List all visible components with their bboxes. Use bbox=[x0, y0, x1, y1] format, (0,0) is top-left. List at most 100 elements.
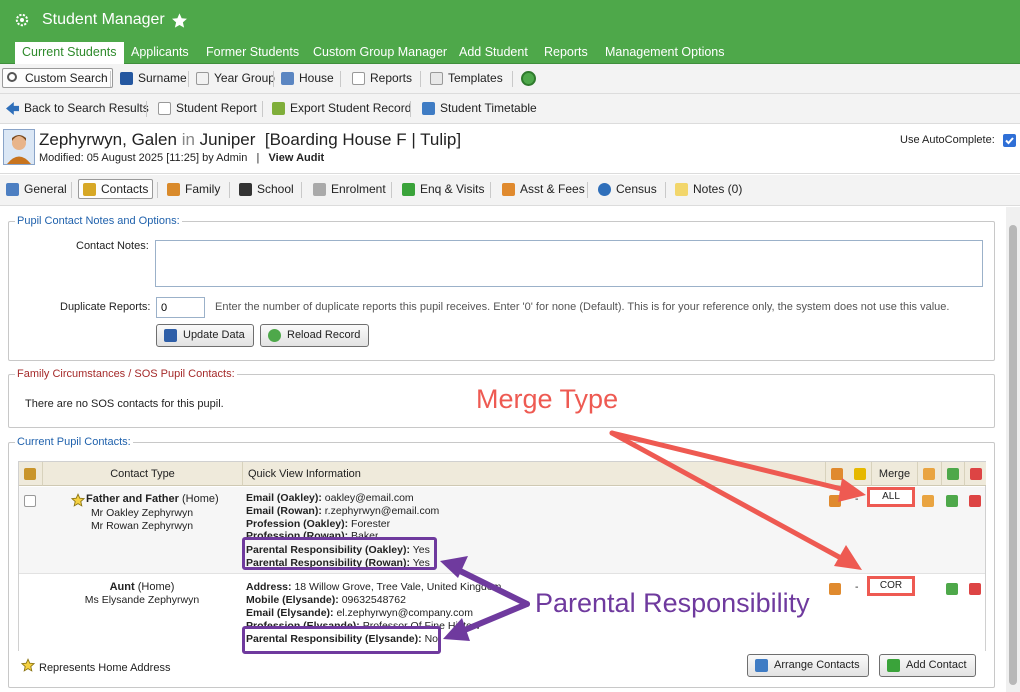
home-star-icon bbox=[21, 658, 35, 672]
notes-icon bbox=[675, 183, 688, 196]
templates-button[interactable]: Templates bbox=[426, 69, 507, 89]
add-contact-icon bbox=[887, 659, 900, 672]
contact-name: Mr Rowan Zephyrwyn bbox=[90, 520, 194, 532]
check-icon bbox=[1005, 137, 1014, 145]
parental-responsibility-annotation: Parental Responsibility bbox=[535, 588, 810, 618]
remove-icon bbox=[970, 468, 982, 480]
tab-general[interactable]: General bbox=[2, 180, 71, 200]
header-merge: Merge bbox=[871, 462, 917, 486]
tab-notes[interactable]: Notes (0) bbox=[671, 180, 746, 200]
house-button[interactable]: House bbox=[277, 69, 338, 89]
table-row[interactable]: Father and Father (Home) Mr Oakley Zephy… bbox=[19, 487, 985, 574]
tab-asst-fees[interactable]: Asst & Fees bbox=[498, 180, 589, 200]
reports-button[interactable]: Reports bbox=[348, 69, 416, 89]
contact-type: Father and Father (Home) bbox=[86, 493, 219, 505]
remove-icon[interactable] bbox=[969, 583, 981, 595]
tab-current-students[interactable]: Current Students bbox=[15, 42, 124, 64]
reload-record-button[interactable]: Reload Record bbox=[260, 324, 370, 347]
autocomplete-checkbox[interactable] bbox=[1003, 134, 1016, 147]
sos-empty-message: There are no SOS contacts for this pupil… bbox=[25, 398, 224, 410]
info-line: Email (Elysande): el.zephyrwyn@company.c… bbox=[246, 607, 473, 619]
plus-icon bbox=[402, 183, 415, 196]
house-icon bbox=[281, 72, 294, 85]
tab-enrolment[interactable]: Enrolment bbox=[309, 180, 390, 200]
tab-school[interactable]: School bbox=[235, 180, 298, 200]
tab-enq-visits[interactable]: Enq & Visits bbox=[398, 180, 488, 200]
document-icon bbox=[158, 102, 171, 115]
header-quick-view: Quick View Information bbox=[242, 462, 825, 486]
check-icon[interactable] bbox=[946, 495, 958, 507]
check-icon[interactable] bbox=[946, 583, 958, 595]
merge-type-cor[interactable]: COR bbox=[867, 576, 915, 596]
lock-status: - bbox=[855, 581, 859, 593]
mortarboard-icon bbox=[239, 183, 252, 196]
star-icon[interactable] bbox=[171, 12, 188, 29]
tab-applicants[interactable]: Applicants bbox=[124, 42, 196, 64]
tab-add-student[interactable]: Add Student bbox=[452, 42, 535, 64]
tab-contacts[interactable]: Contacts bbox=[78, 179, 154, 199]
tab-management-options[interactable]: Management Options bbox=[598, 42, 732, 64]
contact-name: Ms Elysande Zephyrwyn bbox=[84, 594, 200, 606]
record-toolbar: Back to Search Results Student Report Ex… bbox=[0, 94, 1020, 124]
student-timetable-button[interactable]: Student Timetable bbox=[418, 99, 541, 119]
tab-custom-group-manager[interactable]: Custom Group Manager bbox=[306, 42, 454, 64]
back-to-search-button[interactable]: Back to Search Results bbox=[2, 99, 153, 119]
tab-family[interactable]: Family bbox=[163, 180, 224, 200]
export-record-button[interactable]: Export Student Record bbox=[268, 99, 415, 119]
merge-type-all[interactable]: ALL bbox=[867, 487, 915, 507]
duplicate-help-text: Enter the number of duplicate reports th… bbox=[215, 301, 950, 313]
gear-icon[interactable] bbox=[14, 12, 30, 28]
year-group-button[interactable]: Year Group bbox=[192, 69, 279, 89]
remove-icon[interactable] bbox=[969, 495, 981, 507]
record-tabs: General Contacts Family School Enrolment… bbox=[0, 175, 1020, 206]
table-row[interactable]: Aunt (Home) Ms Elysande Zephyrwyn Addres… bbox=[19, 575, 985, 651]
view-audit-link[interactable]: View Audit bbox=[269, 152, 325, 164]
info-line: Email (Rowan): r.zephyrwyn@email.com bbox=[246, 505, 440, 517]
merge-doc-icon[interactable] bbox=[922, 495, 934, 507]
app-header: Student Manager bbox=[0, 0, 1020, 42]
refresh-icon[interactable] bbox=[521, 71, 536, 86]
scrollbar[interactable] bbox=[1006, 207, 1020, 692]
duplicate-reports-input[interactable] bbox=[156, 297, 205, 318]
custom-search-button[interactable]: Custom Search bbox=[2, 68, 113, 88]
envelope-icon bbox=[430, 72, 443, 85]
save-icon bbox=[164, 329, 177, 342]
header-clipboard bbox=[825, 462, 849, 486]
merge-type-annotation: Merge Type bbox=[476, 384, 619, 414]
modified-info: Modified: 05 August 2025 [11:25] by Admi… bbox=[39, 152, 325, 164]
family-icon bbox=[167, 183, 180, 196]
general-icon bbox=[6, 183, 19, 196]
student-report-button[interactable]: Student Report bbox=[154, 99, 261, 119]
clipboard-icon[interactable] bbox=[829, 495, 841, 507]
enrolment-icon bbox=[313, 183, 326, 196]
address-book-icon bbox=[83, 183, 96, 196]
surname-button[interactable]: Surname bbox=[116, 69, 191, 89]
update-data-button[interactable]: Update Data bbox=[156, 324, 254, 347]
duplicate-reports-label: Duplicate Reports: bbox=[60, 301, 151, 313]
clipboard-icon[interactable] bbox=[829, 583, 841, 595]
main-nav: Current Students Applicants Former Stude… bbox=[0, 42, 1020, 64]
census-icon bbox=[598, 183, 611, 196]
merge-doc-icon bbox=[923, 468, 935, 480]
sort-icon bbox=[755, 659, 768, 672]
tab-census[interactable]: Census bbox=[594, 180, 661, 200]
export-icon bbox=[272, 102, 285, 115]
header-people bbox=[19, 462, 42, 486]
lock-status: - bbox=[855, 493, 859, 505]
sort-alpha-icon bbox=[120, 72, 133, 85]
check-icon bbox=[947, 468, 959, 480]
calendar-icon bbox=[196, 72, 209, 85]
scrollbar-thumb[interactable] bbox=[1009, 225, 1017, 685]
arrange-contacts-button[interactable]: Arrange Contacts bbox=[747, 654, 869, 677]
refresh-icon bbox=[268, 329, 281, 342]
header-merge-doc bbox=[917, 462, 941, 486]
contact-notes-label: Contact Notes: bbox=[76, 240, 149, 252]
search-icon bbox=[7, 72, 17, 82]
tab-reports[interactable]: Reports bbox=[537, 42, 595, 64]
contact-type: Aunt (Home) bbox=[109, 581, 175, 593]
tab-former-students[interactable]: Former Students bbox=[199, 42, 306, 64]
info-line: Email (Oakley): oakley@email.com bbox=[246, 492, 414, 504]
contact-notes-textarea[interactable] bbox=[155, 240, 983, 287]
header-lock bbox=[849, 462, 871, 486]
add-contact-button[interactable]: Add Contact bbox=[879, 654, 976, 677]
